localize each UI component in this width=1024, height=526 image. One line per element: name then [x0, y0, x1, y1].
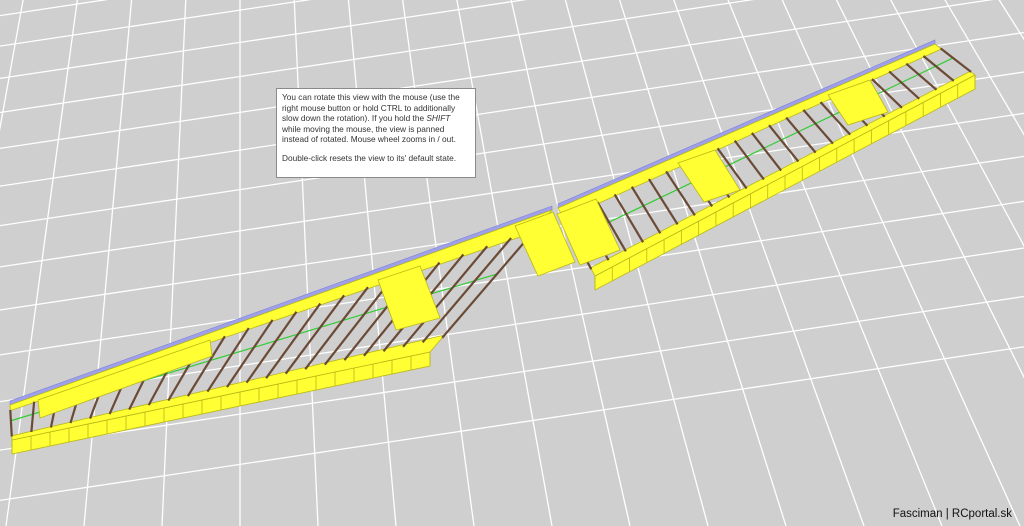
grid-line	[293, 0, 319, 526]
view-help-tooltip: You can rotate this view with the mouse …	[276, 88, 476, 178]
grid-line	[618, 0, 787, 526]
grid-line	[83, 0, 133, 526]
grid-line	[0, 247, 1024, 403]
3d-viewport[interactable]: You can rotate this view with the mouse …	[0, 0, 1024, 526]
rib	[30, 401, 36, 433]
rib	[888, 70, 920, 100]
grid-line	[0, 0, 528, 80]
wing-panel	[9, 205, 554, 455]
wing-model	[9, 39, 976, 455]
rib	[630, 186, 662, 234]
wing-panel	[557, 39, 976, 291]
rib	[9, 409, 13, 437]
credit-label: Fasciman | RCportal.sk	[892, 508, 1012, 520]
grid-line	[727, 0, 943, 526]
help-rotate-text: You can rotate this view with the mouse …	[282, 92, 460, 145]
rib	[939, 47, 972, 73]
wing-3d-scene	[0, 0, 1024, 526]
grid-line	[0, 0, 312, 47]
help-reset-text: Double-click resets the view to its' def…	[282, 152, 457, 163]
grid-line	[347, 0, 397, 526]
